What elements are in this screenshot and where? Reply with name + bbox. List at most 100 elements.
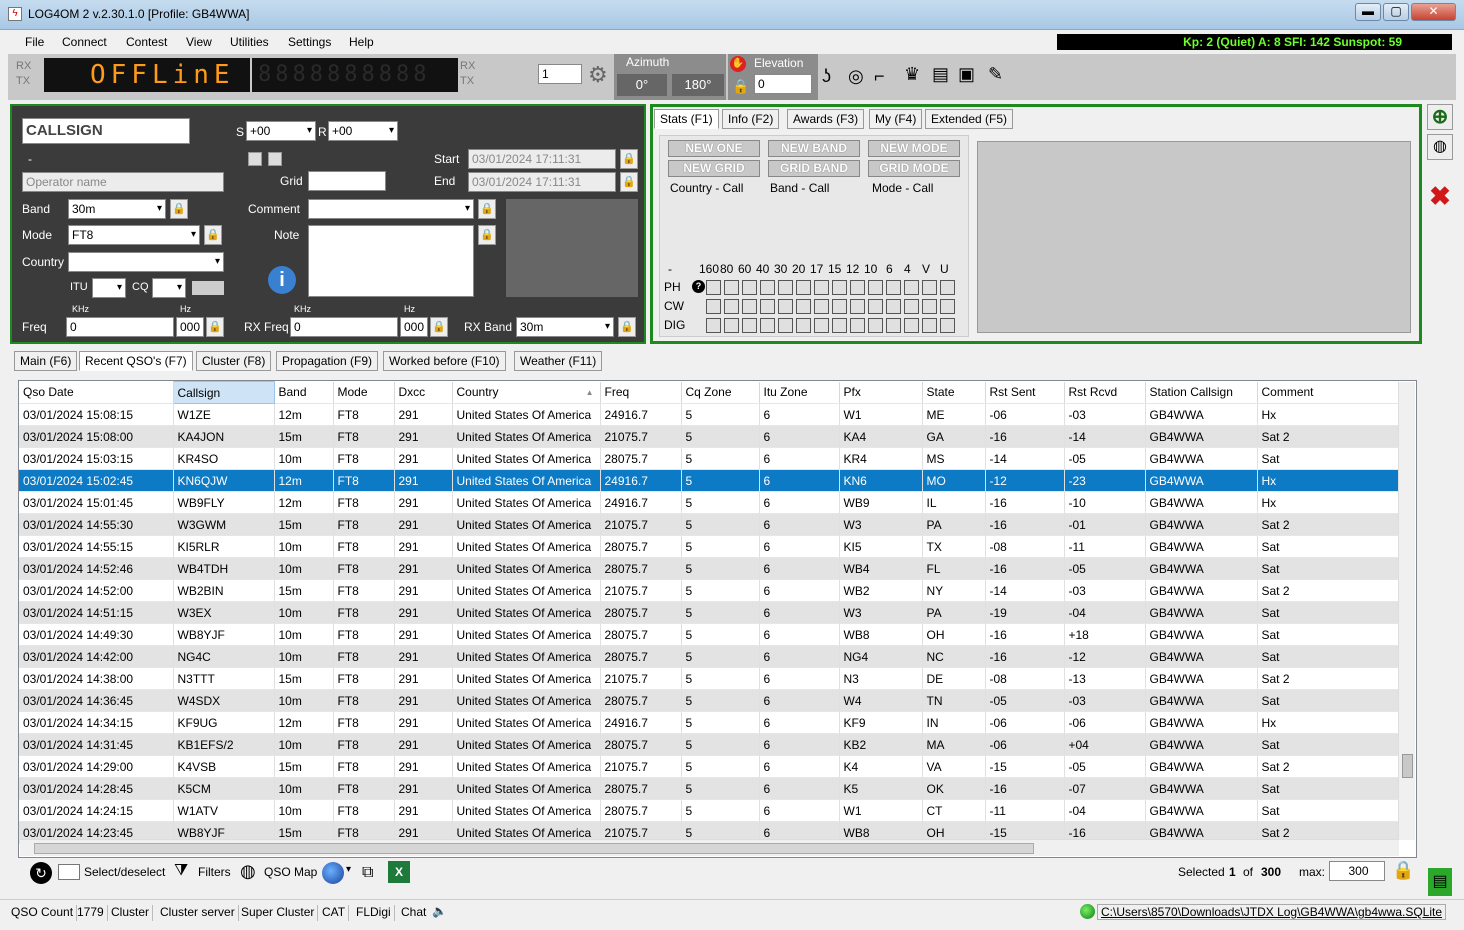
band-select[interactable]: 30m (68, 199, 166, 219)
callsign-input[interactable]: CALLSIGN (22, 118, 190, 144)
table-row[interactable]: 03/01/2024 14:24:15 W1ATV 10m FT8 291 United … (19, 799, 1399, 822)
azimuth-short-path[interactable]: 0° (617, 74, 667, 96)
column-header-comment[interactable]: Comment (1257, 381, 1399, 404)
table-row[interactable]: 03/01/2024 15:08:15 W1ZE 12m FT8 291 United S… (19, 403, 1399, 426)
column-header-callsign[interactable]: Callsign (172, 381, 275, 404)
column-header-qso-date[interactable]: Qso Date (19, 381, 174, 404)
menu-connect[interactable]: Connect (62, 35, 107, 49)
status-cat[interactable]: CAT (319, 905, 350, 921)
filter-icon[interactable]: ⧩ (174, 862, 188, 880)
database-path[interactable]: C:\Users\8570\Downloads\JTDX Log\GB4WWA\… (1097, 904, 1447, 920)
max-lock-icon[interactable]: 🔒 (1392, 860, 1414, 881)
freq-hz-input[interactable]: 000 (176, 317, 204, 337)
itu-select[interactable] (92, 278, 126, 298)
table-row[interactable]: 03/01/2024 14:52:46 WB4TDH 10m FT8 291 United… (19, 557, 1399, 580)
mode-lock-icon[interactable]: 🔒 (204, 225, 222, 245)
lock-icon[interactable]: 🔒 (732, 78, 749, 95)
band-lock-icon[interactable]: 🔒 (170, 199, 188, 219)
status-super-cluster[interactable]: Super Cluster (238, 905, 319, 921)
note-textarea[interactable] (308, 225, 474, 297)
column-header-state[interactable]: State (922, 381, 986, 404)
radio-icon[interactable]: ▣ (958, 64, 975, 84)
tab-info[interactable]: Info (F2) (722, 109, 780, 129)
pen-icon[interactable]: ✎ (988, 64, 1003, 84)
status-fldigi[interactable]: FLDigi (353, 905, 395, 921)
maximize-button[interactable]: ▢ (1383, 3, 1409, 21)
layout-icon[interactable]: ▤ (1428, 868, 1452, 896)
table-row[interactable]: 03/01/2024 14:42:00 NG4C 10m FT8 291 United S… (19, 645, 1399, 668)
select-deselect-button[interactable]: Select/deselect (84, 865, 165, 879)
table-row[interactable]: 03/01/2024 14:51:15 W3EX 10m FT8 291 United S… (19, 601, 1399, 624)
refresh-icon[interactable]: ↻ (30, 862, 52, 884)
country-select[interactable] (68, 252, 224, 272)
delete-icon[interactable]: ✖ (1427, 182, 1453, 210)
close-button[interactable]: ✕ (1411, 3, 1456, 21)
column-header-rst-rcvd[interactable]: Rst Rcvd (1064, 381, 1146, 404)
stop-icon[interactable]: ✋ (730, 56, 746, 72)
table-row[interactable]: 03/01/2024 15:02:45 KN6QJW 12m FT8 291 United… (19, 469, 1399, 492)
end-lock-icon[interactable]: 🔒 (620, 172, 638, 192)
tab-weather[interactable]: Weather (F11) (514, 351, 603, 371)
column-header-station-callsign[interactable]: Station Callsign (1145, 381, 1258, 404)
elevation-input[interactable]: 0 (754, 74, 812, 94)
qso-map-icon[interactable]: ◍ (240, 861, 256, 882)
max-input[interactable]: 300 (1329, 861, 1385, 881)
rx-band-lock-icon[interactable]: 🔒 (618, 317, 636, 337)
tab-stats[interactable]: Stats (F1) (654, 109, 719, 129)
menu-file[interactable]: File (25, 35, 44, 49)
grid-input[interactable] (308, 171, 386, 191)
excel-icon[interactable]: X (388, 861, 410, 883)
operator-name-input[interactable]: Operator name (22, 172, 224, 192)
qso-map-button[interactable]: QSO Map (264, 865, 317, 879)
menu-utilities[interactable]: Utilities (230, 35, 269, 49)
table-row[interactable]: 03/01/2024 14:36:45 W4SDX 10m FT8 291 United … (19, 689, 1399, 712)
rx-freq-hz-input[interactable]: 000 (400, 317, 428, 337)
status-chat[interactable]: Chat (398, 905, 429, 921)
table-row[interactable]: 03/01/2024 14:52:00 WB2BIN 15m FT8 291 United… (19, 579, 1399, 602)
column-header-dxcc[interactable]: Dxcc (394, 381, 453, 404)
column-header-band[interactable]: Band (274, 381, 334, 404)
horizontal-scroll-thumb[interactable] (34, 843, 1034, 854)
table-row[interactable]: 03/01/2024 14:55:15 KI5RLR 10m FT8 291 United… (19, 535, 1399, 558)
horizontal-scrollbar[interactable] (20, 839, 1399, 856)
menu-contest[interactable]: Contest (126, 35, 167, 49)
tab-cluster[interactable]: Cluster (F8) (196, 351, 272, 371)
start-time-input[interactable]: 03/01/2024 17:11:31 (468, 149, 616, 169)
tab-recent-qsos[interactable]: Recent QSO's (F7) (79, 351, 193, 371)
rst-rcvd-select[interactable]: +00 (328, 121, 398, 141)
chevron-down-icon[interactable]: ▾ (346, 864, 351, 875)
help-icon[interactable]: ? (692, 280, 705, 293)
end-time-input[interactable]: 03/01/2024 17:11:31 (468, 172, 616, 192)
speaker-icon[interactable]: 🔈 (432, 904, 447, 918)
table-row[interactable]: 03/01/2024 14:31:45 KB1EFS/2 10m FT8 291 Unit… (19, 733, 1399, 756)
column-header-freq[interactable]: Freq (600, 381, 682, 404)
globe-icon[interactable]: ◎ (848, 66, 864, 86)
start-lock-icon[interactable]: 🔒 (620, 149, 638, 169)
mode-select[interactable]: FT8 (68, 225, 200, 245)
table-row[interactable]: 03/01/2024 15:03:15 KR4SO 10m FT8 291 United … (19, 447, 1399, 470)
status-cluster-server[interactable]: Cluster server (157, 905, 239, 921)
info-icon[interactable]: i (268, 266, 296, 294)
table-row[interactable]: 03/01/2024 15:08:00 KA4JON 15m FT8 291 United… (19, 425, 1399, 448)
server-icon[interactable]: ▤ (932, 64, 949, 84)
rx-band-select[interactable]: 30m (516, 317, 614, 337)
qsl-rcvd-toggle[interactable] (268, 152, 282, 166)
table-row[interactable]: 03/01/2024 14:29:00 K4VSB 15m FT8 291 United … (19, 755, 1399, 778)
crown-icon[interactable]: ♛ (904, 64, 920, 84)
status-cluster[interactable]: Cluster (108, 905, 154, 921)
table-row[interactable]: 03/01/2024 14:28:45 K5CM 10m FT8 291 United S… (19, 777, 1399, 800)
comment-lock-icon[interactable]: 🔒 (478, 199, 496, 219)
minimize-button[interactable]: ▬ (1355, 3, 1381, 21)
menu-view[interactable]: View (186, 35, 212, 49)
freq-lock-icon[interactable]: 🔒 (206, 317, 224, 337)
key-icon[interactable]: ⌐ (874, 66, 885, 86)
column-header-cq-zone[interactable]: Cq Zone (681, 381, 760, 404)
freq-khz-input[interactable]: 0 (66, 317, 174, 337)
table-row[interactable]: 03/01/2024 15:01:45 WB9FLY 12m FT8 291 United… (19, 491, 1399, 514)
vertical-scrollbar[interactable] (1398, 382, 1415, 840)
tab-worked-before[interactable]: Worked before (F10) (383, 351, 506, 371)
google-earth-icon[interactable] (322, 862, 344, 884)
tab-extended[interactable]: Extended (F5) (925, 109, 1014, 129)
windows-icon[interactable]: ⧉ (362, 864, 373, 882)
menu-settings[interactable]: Settings (288, 35, 331, 49)
